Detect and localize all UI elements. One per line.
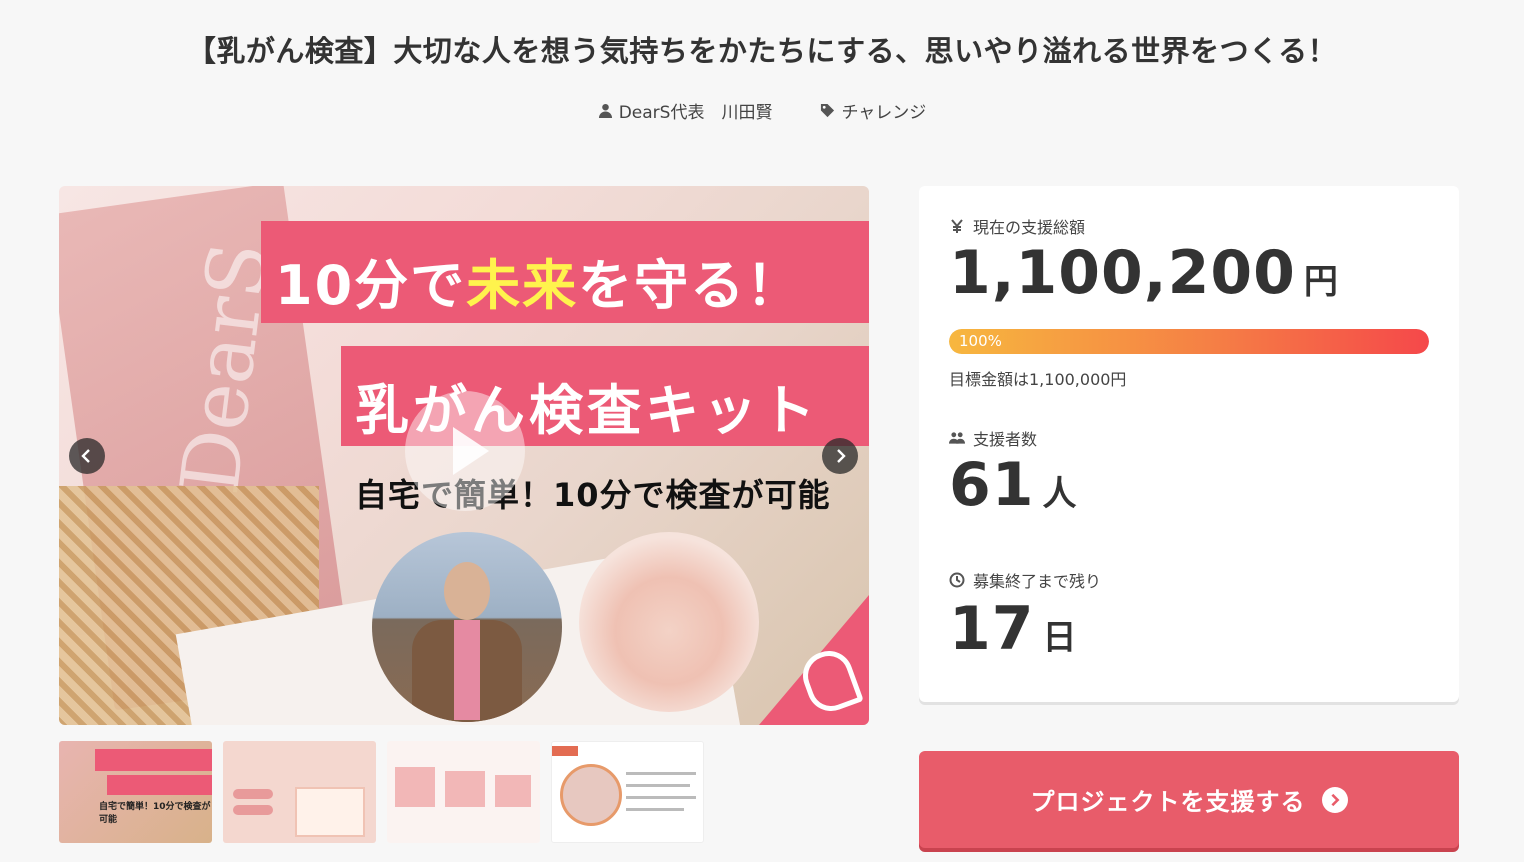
progress-text: 100% xyxy=(959,332,1002,350)
thumb-header-tag xyxy=(552,746,578,756)
thumb-banner-2 xyxy=(107,775,212,795)
user-icon xyxy=(598,103,612,118)
hero-carousel[interactable]: DearS 10分で未来を守る！ 乳がん検査キット 自宅で簡単！10分で検査が可… xyxy=(59,186,869,725)
chevron-right-icon xyxy=(837,449,846,463)
thumb-pill xyxy=(233,789,273,799)
goal-text: 目標金額は1,100,000円 xyxy=(949,370,1127,389)
thumb-banner-1 xyxy=(95,749,212,771)
category-name: チャレンジ xyxy=(841,103,927,123)
progress-bar: 100% xyxy=(949,329,1429,354)
remaining-unit: 日 xyxy=(1042,618,1077,658)
carousel-prev-button[interactable] xyxy=(69,438,105,474)
thumb-pill xyxy=(233,805,273,815)
clock-icon xyxy=(949,572,965,588)
banner-text-before: 10分で xyxy=(275,254,467,317)
support-button-label: プロジェクトを支援する xyxy=(1030,788,1306,816)
thumbnail-3[interactable] xyxy=(387,741,540,843)
owner-name: DearS代表 川田賢 xyxy=(618,103,773,123)
chevron-left-icon xyxy=(81,449,90,463)
thumb-graphic xyxy=(445,771,485,807)
supporters-unit: 人 xyxy=(1042,474,1077,514)
supporters-count: 61 人 xyxy=(949,450,1077,520)
thumbnail-2[interactable] xyxy=(223,741,376,843)
total-amount-unit: 円 xyxy=(1303,262,1338,302)
project-title: 【乳がん検査】大切な人を想う気持ちをかたちにする、思いやり溢れる世界をつくる！ xyxy=(186,34,1338,68)
project-meta: DearS代表 川田賢 チャレンジ xyxy=(0,98,1524,123)
play-icon[interactable] xyxy=(405,391,525,511)
holding-hands-photo xyxy=(579,532,759,712)
total-amount: 1,100,200 円 xyxy=(949,238,1338,308)
carousel-next-button[interactable] xyxy=(822,438,858,474)
thumb-text-line xyxy=(626,772,696,775)
supporters-value: 61 xyxy=(949,450,1035,520)
founder-shirt xyxy=(454,620,480,720)
thumb-text-line xyxy=(626,784,690,787)
thumb-text-line xyxy=(626,796,696,799)
thumb-photo xyxy=(560,764,622,826)
thumb-text-line xyxy=(626,808,684,811)
category-link[interactable]: チャレンジ xyxy=(820,98,926,123)
founder-photo xyxy=(372,532,562,722)
remaining-label-text: 募集終了まで残り xyxy=(973,572,1102,591)
remaining-days: 17 日 xyxy=(949,594,1077,664)
total-label-text: 現在の支援総額 xyxy=(973,218,1086,237)
owner-link[interactable]: DearS代表 川田賢 xyxy=(598,98,773,123)
total-amount-value: 1,100,200 xyxy=(949,238,1296,308)
yen-icon xyxy=(951,219,963,233)
thumbnail-4[interactable] xyxy=(551,741,704,843)
banner-highlight: 未来 xyxy=(466,254,579,317)
remaining-value: 17 xyxy=(949,594,1035,664)
hero-banner-line1: 10分で未来を守る！ xyxy=(261,221,869,323)
supporters-label-text: 支援者数 xyxy=(973,430,1038,449)
progress-fill: 100% xyxy=(949,329,1429,354)
remaining-label: 募集終了まで残り xyxy=(949,568,1101,592)
thumb-graphic xyxy=(495,775,531,807)
users-icon xyxy=(949,432,965,444)
founder-head xyxy=(444,562,490,620)
thumb-subline: 自宅で簡単！10分で検査が可能 xyxy=(99,802,211,825)
arrow-right-circle-icon xyxy=(1321,786,1348,813)
thumbnail-strip: 自宅で簡単！10分で検査が可能 xyxy=(59,741,704,843)
support-project-button[interactable]: プロジェクトを支援する xyxy=(919,751,1459,848)
funding-status-panel: 現在の支援総額 1,100,200 円 100% 目標金額は1,100,000円 … xyxy=(919,186,1459,702)
supporters-label: 支援者数 xyxy=(949,426,1037,450)
thumb-card xyxy=(295,787,365,837)
thumbnail-1[interactable]: 自宅で簡単！10分で検査が可能 xyxy=(59,741,212,843)
thumb-graphic xyxy=(395,767,435,807)
tag-icon xyxy=(821,103,835,118)
banner-text-after: を守る！ xyxy=(578,254,803,317)
total-label: 現在の支援総額 xyxy=(949,214,1085,238)
